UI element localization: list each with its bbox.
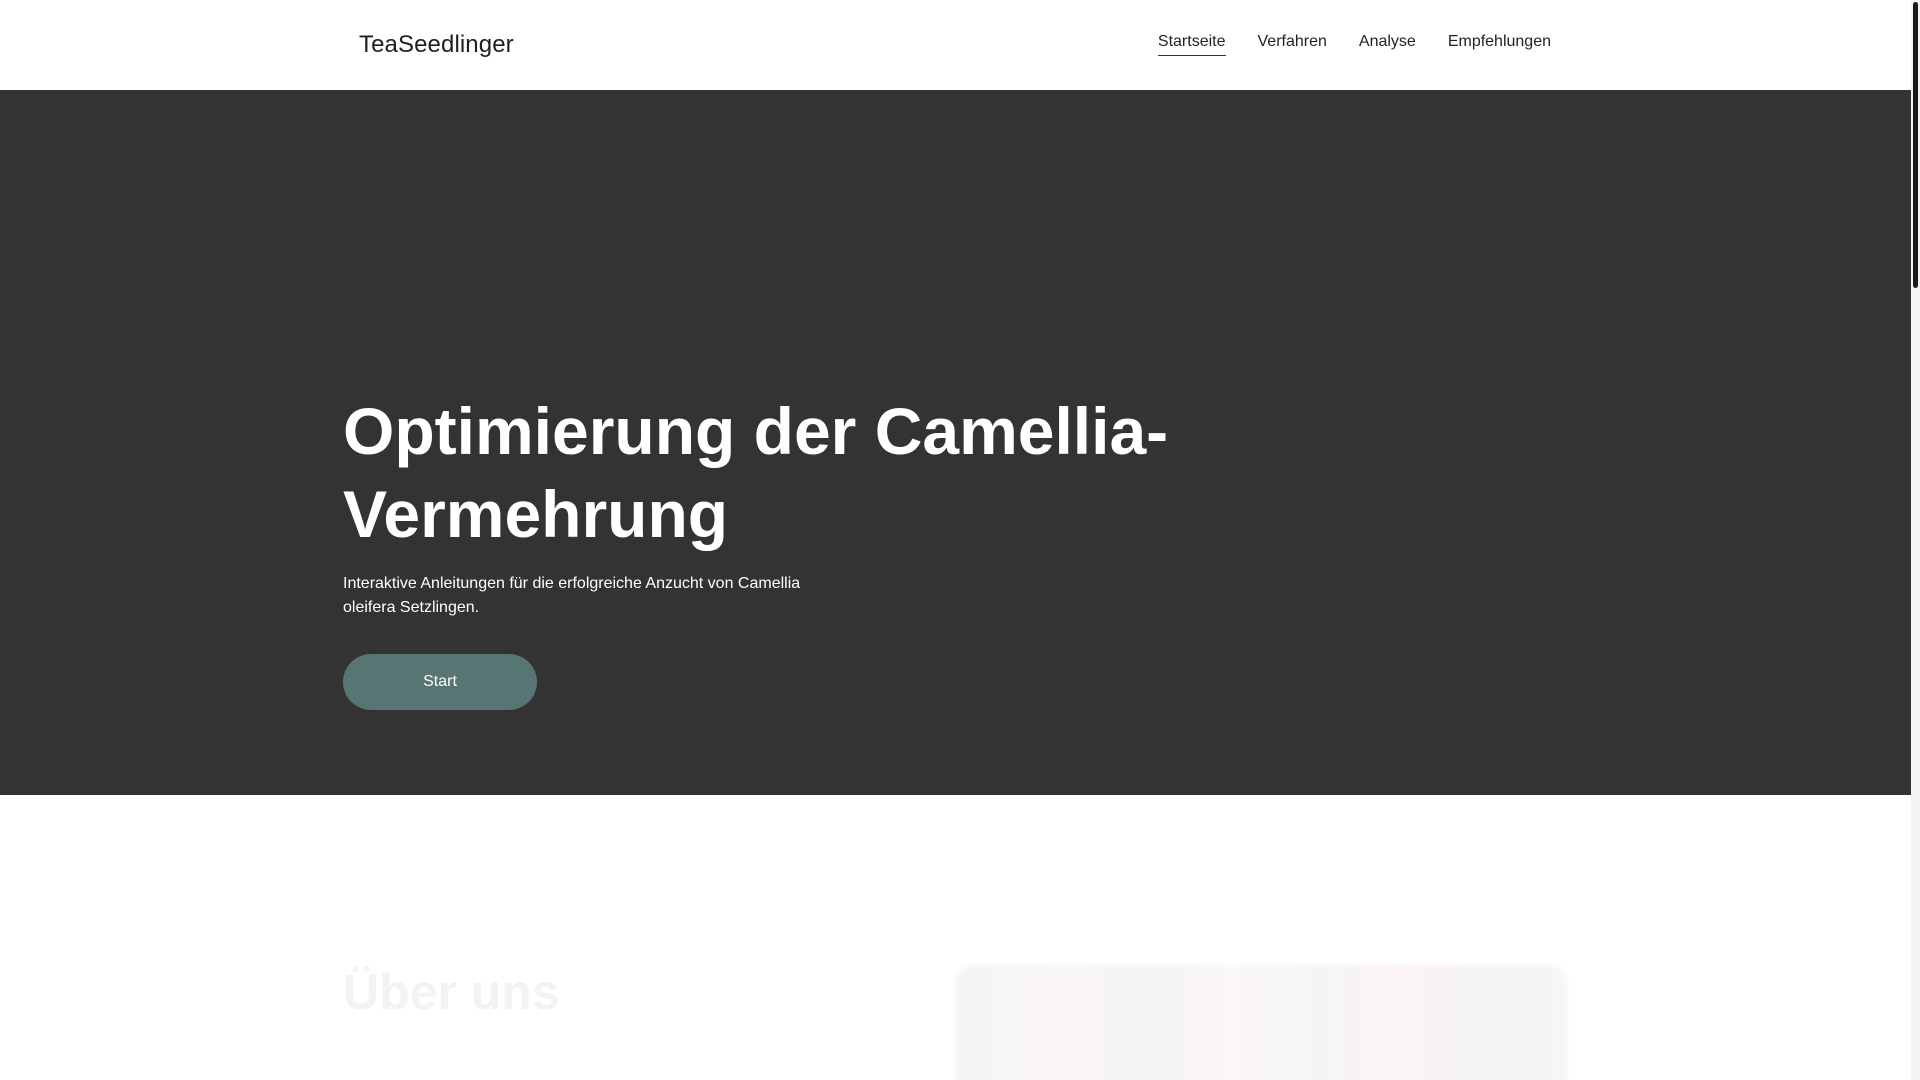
brand-logo-link[interactable]: TeaSeedlinger — [359, 31, 514, 59]
nav-link-empfehlungen[interactable]: Empfehlungen — [1448, 32, 1551, 56]
hero-subtitle: Interaktive Anleitungen für die erfolgre… — [343, 575, 801, 616]
hero-section: Optimierung der Camellia-Vermehrung Inte… — [0, 90, 1911, 795]
hero-title: Optimierung der Camellia-Vermehrung — [343, 394, 1169, 551]
nav-link-verfahren[interactable]: Verfahren — [1258, 32, 1327, 56]
scrollbar-thumb[interactable] — [1913, 2, 1918, 288]
nav-link-startseite[interactable]: Startseite — [1157, 32, 1226, 56]
site-header: TeaSeedlinger Startseite Verfahren Analy… — [0, 0, 1911, 90]
page: TeaSeedlinger Startseite Verfahren Analy… — [0, 0, 1920, 1080]
main-nav: Startseite Verfahren Analyse Empfehlunge… — [1157, 32, 1551, 56]
page-scrollbar[interactable] — [1911, 0, 1920, 1080]
start-button[interactable]: Start — [343, 654, 537, 710]
nav-link-analyse[interactable]: Analyse — [1359, 32, 1416, 56]
about-image — [955, 965, 1567, 1080]
about-title: Über uns — [343, 964, 560, 1020]
